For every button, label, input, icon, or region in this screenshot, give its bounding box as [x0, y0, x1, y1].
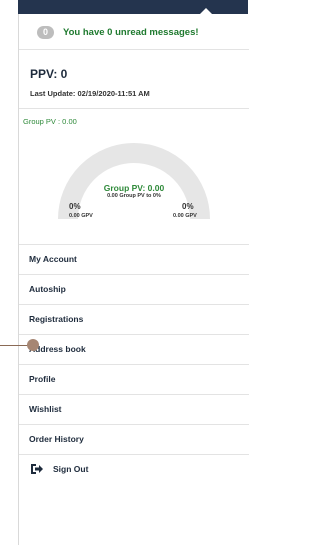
ppv-title: PPV: 0 [30, 67, 68, 81]
top-bar [18, 0, 248, 14]
menu-item-label: Registrations [29, 314, 84, 324]
gauge-left-percent: 0% [69, 202, 81, 211]
sign-out-icon [31, 464, 43, 474]
account-menu: My Account Autoship Registrations Addres… [19, 244, 249, 485]
group-pv-label: Group PV : 0.00 [23, 117, 77, 126]
menu-item-wishlist[interactable]: Wishlist [19, 395, 249, 425]
menu-item-label: Profile [29, 374, 56, 384]
message-count-badge: 0 [37, 26, 54, 39]
gauge-center-subtext: 0.00 Group PV to 0% [107, 193, 161, 199]
menu-item-label: Wishlist [29, 404, 62, 414]
menu-item-label: Autoship [29, 284, 66, 294]
gauge-right-gpv: 0.00 GPV [173, 213, 197, 219]
menu-item-profile[interactable]: Profile [19, 365, 249, 395]
sign-out-label: Sign Out [53, 464, 89, 474]
menu-item-label: Order History [29, 434, 84, 444]
menu-item-autoship[interactable]: Autoship [19, 275, 249, 305]
menu-item-order-history[interactable]: Order History [19, 425, 249, 455]
unread-messages-row[interactable]: 0 You have 0 unread messages! [19, 14, 249, 50]
annotation-pointer-dot [27, 339, 39, 351]
group-pv-section: Group PV : 0.00 Group PV: 0.00 0.00 Grou… [19, 109, 249, 239]
unread-messages-text[interactable]: You have 0 unread messages! [63, 27, 199, 38]
menu-item-my-account[interactable]: My Account [19, 245, 249, 275]
menu-item-address-book[interactable]: Address book [19, 335, 249, 365]
account-dropdown-panel: 0 You have 0 unread messages! PPV: 0 Las… [18, 14, 249, 545]
ppv-summary: PPV: 0 Last Update: 02/19/2020-11:51 AM [19, 50, 249, 109]
gauge-center-value: Group PV: 0.00 [103, 183, 165, 193]
menu-item-registrations[interactable]: Registrations [19, 305, 249, 335]
sign-out-button[interactable]: Sign Out [19, 455, 249, 485]
gauge-left-gpv: 0.00 GPV [69, 213, 93, 219]
menu-item-label: My Account [29, 254, 77, 264]
last-update-text: Last Update: 02/19/2020-11:51 AM [30, 89, 150, 98]
gauge-right-percent: 0% [182, 202, 194, 211]
